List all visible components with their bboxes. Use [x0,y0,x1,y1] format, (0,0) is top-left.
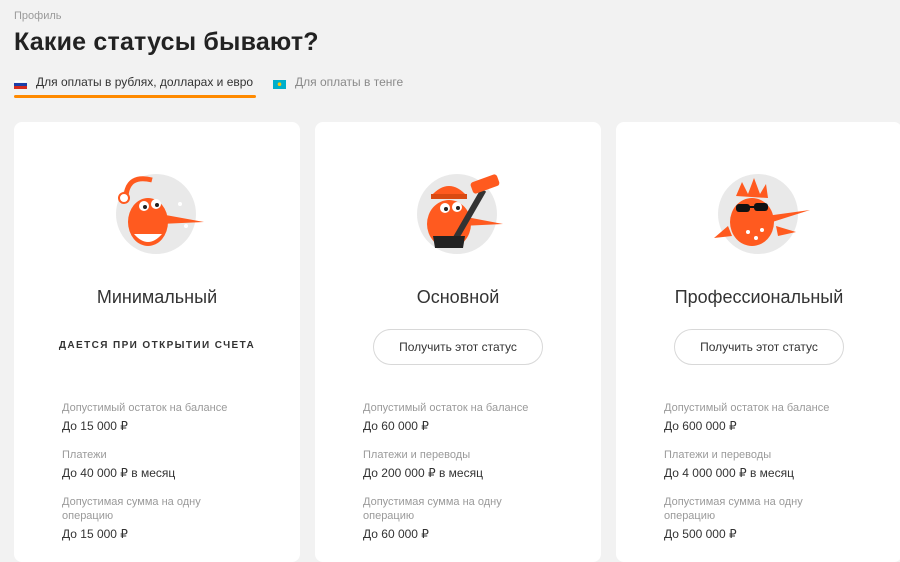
tab-rub-usd-eur[interactable]: Для оплаты в рублях, долларах и евро [13,68,256,98]
page-title: Какие статусы бывают? [14,28,319,56]
status-title: Минимальный [96,287,218,307]
woodpecker-sunglasses-icon [706,166,814,258]
get-status-button[interactable]: Получить этот статус [674,329,844,365]
limit-label: Допустимый остаток на балансе [363,402,529,414]
limits-list: Допустимый остаток на балансе До 15 000 … [62,401,262,556]
status-card-minimal: Минимальный ДАЕТСЯ ПРИ ОТКРЫТИИ СЧЕТА До… [14,122,300,562]
limit-label: Платежи [62,449,107,461]
status-title: Профессиональный [674,287,844,307]
limit-value: До 200 000 ₽ в месяц [363,466,483,480]
russia-flag-icon [13,78,28,89]
limit-value: До 60 000 ₽ [363,527,429,541]
tab-label: Для оплаты в рублях, долларах и евро [36,75,254,89]
tab-kzt[interactable]: Для оплаты в тенге [273,68,413,96]
status-card-professional: Профессиональный Получить этот статус До… [616,122,900,562]
get-status-button[interactable]: Получить этот статус [373,329,543,365]
tab-label: Для оплаты в тенге [295,75,404,89]
status-card-basic: Основной Получить этот статус Допустимый… [315,122,601,562]
limit-value: До 15 000 ₽ [62,527,128,541]
active-tab-indicator [14,95,256,98]
limit-label: Допустимая сумма на одну операцию [363,496,502,522]
kazakhstan-flag-icon [273,78,286,89]
limit-label: Платежи и переводы [363,449,471,461]
limit-value: До 600 000 ₽ [664,419,737,433]
breadcrumb[interactable]: Профиль [14,10,62,22]
limits-list: Допустимый остаток на балансе До 60 000 … [363,401,563,556]
limit-label: Допустимый остаток на балансе [664,402,830,414]
limit-value: До 60 000 ₽ [363,419,429,433]
currency-tabs: Для оплаты в рублях, долларах и евро Для… [13,68,434,98]
limit-value: До 4 000 000 ₽ в месяц [664,466,794,480]
status-note: ДАЕТСЯ ПРИ ОТКРЫТИИ СЧЕТА [58,340,256,351]
limit-value: До 40 000 ₽ в месяц [62,466,176,480]
limit-label: Допустимая сумма на одну операцию [62,496,201,522]
status-title: Основной [416,287,500,307]
limits-list: Допустимый остаток на балансе До 600 000… [664,401,864,556]
limit-label: Допустимый остаток на балансе [62,402,228,414]
woodpecker-hockey-icon [405,166,513,258]
limit-label: Платежи и переводы [664,449,772,461]
limit-value: До 15 000 ₽ [62,419,128,433]
limit-value: До 500 000 ₽ [664,527,737,541]
woodpecker-santa-hat-icon [104,166,212,258]
limit-label: Допустимая сумма на одну операцию [664,496,803,522]
